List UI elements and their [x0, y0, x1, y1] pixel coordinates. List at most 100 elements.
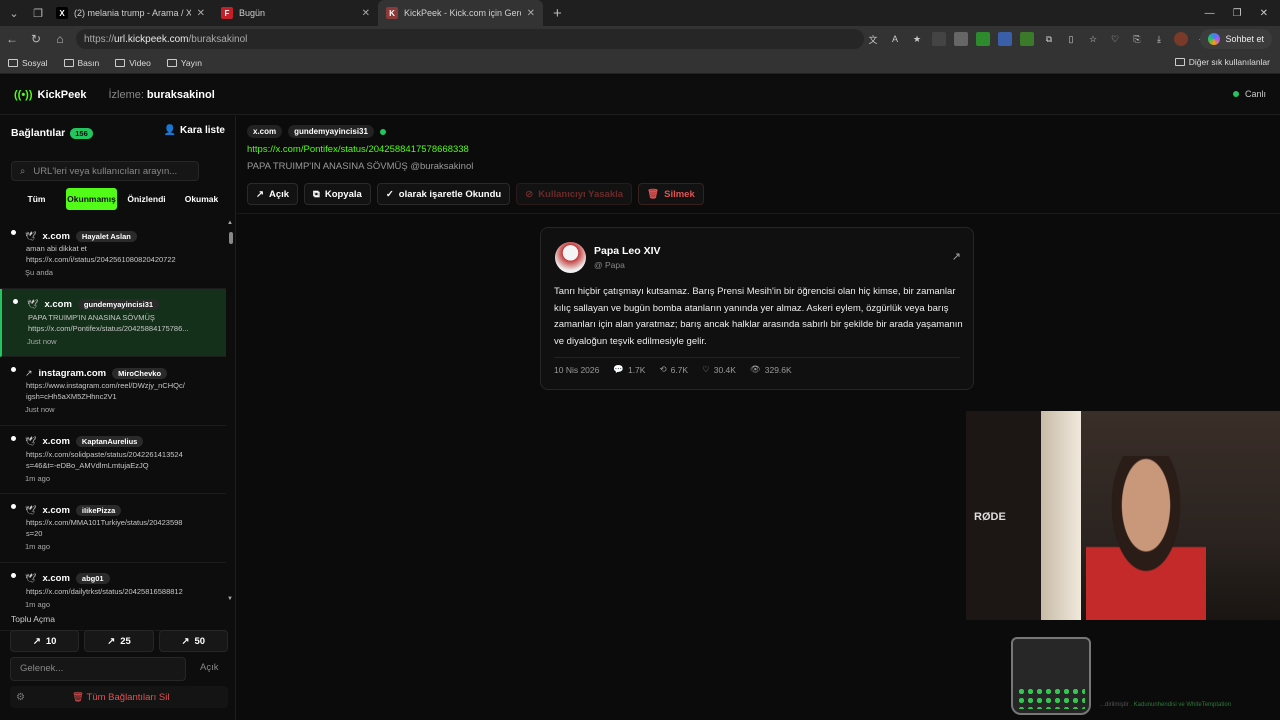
list-item[interactable]: 🕊 x.com iIikePizza https://x.com/MMA101Tur…: [0, 494, 226, 563]
jar-beans: [1017, 687, 1085, 709]
app-logo[interactable]: KickPeek: [38, 89, 87, 101]
link-url[interactable]: https://x.com/Pontifex/status/2042588417…: [247, 144, 469, 155]
close-icon[interactable]: ✕: [362, 8, 370, 19]
item-domain: x.com: [42, 573, 70, 584]
bookmark-folder[interactable]: Basın: [63, 58, 99, 68]
search-input[interactable]: ⌕ URL'leri veya kullanıcıları arayın...: [11, 161, 199, 181]
window-controls: — ❐ ✕: [1205, 0, 1280, 26]
ban-user-button[interactable]: ⊘ Kullanıcıyı Yasakla: [516, 183, 633, 205]
bulk-open-label: Toplu Açma: [11, 614, 55, 624]
unread-dot: [11, 435, 16, 441]
browser-essentials-icon[interactable]: ♡: [1108, 32, 1122, 46]
folder-icon: [63, 58, 74, 67]
link-message: PAPA TRUIMP'IN ANASINA SÖVMÜŞ @buraksaki…: [247, 161, 474, 172]
other-bookmarks[interactable]: Diğer sık kullanılanlar: [1174, 57, 1270, 67]
favorite-star-icon[interactable]: ★: [910, 32, 924, 46]
toolbar-icons: 文 A ★ ⧉ ▯ ☆ ♡ ⎘ ⤓ ⋯: [866, 26, 1210, 52]
screenshot-icon[interactable]: ⎘: [1130, 32, 1144, 46]
refresh-icon[interactable]: ↻: [24, 32, 48, 46]
bookmark-folder[interactable]: Yayın: [166, 58, 202, 68]
open-10-button[interactable]: ↗ 10: [10, 630, 80, 652]
open-50-button[interactable]: ↗ 50: [158, 630, 228, 652]
item-time: 1m ago: [25, 542, 51, 551]
extension-icon[interactable]: [932, 32, 946, 46]
close-icon[interactable]: ✕: [527, 8, 535, 19]
open-custom-button[interactable]: Açık: [200, 662, 218, 673]
downloads-icon[interactable]: ⤓: [1152, 32, 1166, 46]
translate-icon[interactable]: 文: [866, 32, 880, 46]
watching-label: İzleme:: [108, 88, 144, 101]
extension-icon[interactable]: [954, 32, 968, 46]
extension-icon[interactable]: [1020, 32, 1034, 46]
favorites-icon[interactable]: ☆: [1086, 32, 1100, 46]
scrollbar-thumb[interactable]: [229, 232, 233, 244]
read-aloud-icon[interactable]: A: [888, 32, 902, 46]
scroll-up-icon[interactable]: ▲: [227, 220, 233, 226]
home-icon[interactable]: ⌂: [48, 32, 72, 46]
item-text: PAPA TRUIMP'IN ANASINA SÖVMÜŞ: [28, 312, 155, 322]
blacklist-button[interactable]: 👤 Kara liste: [164, 125, 225, 136]
back-icon[interactable]: ←: [0, 32, 24, 46]
open-25-button[interactable]: ↗ 25: [84, 630, 154, 652]
item-domain: x.com: [42, 230, 70, 242]
open-button[interactable]: ↗ Açık: [247, 183, 299, 205]
filter-previewed[interactable]: Önizlendi: [121, 188, 172, 210]
trash-icon: 🗑: [72, 691, 85, 703]
delete-all-button[interactable]: 🗑 Tüm Bağlantıları Sil: [72, 692, 169, 703]
delete-button[interactable]: 🗑 Silmek: [638, 183, 704, 205]
custom-count-input[interactable]: Gelenek...: [10, 657, 186, 681]
extension-icon[interactable]: [998, 32, 1012, 46]
app-header: ((•)) KickPeek İzleme: buraksakinol Canlı: [0, 75, 1280, 115]
bookmark-folder[interactable]: Video: [115, 58, 151, 68]
copy-button[interactable]: ⧉ Kopyala: [304, 183, 371, 205]
filter-read[interactable]: Okumak: [176, 188, 227, 210]
split-screen-icon[interactable]: ▯: [1064, 32, 1078, 46]
profile-avatar[interactable]: [1174, 32, 1188, 46]
item-time: 1m ago: [25, 599, 51, 609]
users-icon: 👤: [163, 125, 176, 136]
close-icon[interactable]: ✕: [197, 8, 205, 19]
tab-actions-icon[interactable]: ⌄: [4, 3, 24, 23]
search-icon: ⌕: [20, 165, 26, 177]
new-tab-icon[interactable]: +: [553, 5, 562, 22]
scroll-down-icon[interactable]: ▼: [227, 596, 233, 602]
like-stat: ♡ 30.4K: [702, 364, 736, 375]
bookmark-folder[interactable]: Sosyal: [8, 58, 48, 68]
list-item[interactable]: 🕊 x.com Hayalet Aslan aman abi dikkat et h…: [0, 220, 226, 289]
extensions-icon[interactable]: ⧉: [1042, 32, 1056, 46]
close-window-icon[interactable]: ✕: [1260, 8, 1268, 19]
workspaces-icon[interactable]: ❐: [28, 3, 48, 23]
mark-read-button[interactable]: ✓ olarak işaretle Okundu: [376, 183, 511, 205]
filter-unread[interactable]: Okunmamış: [66, 188, 117, 210]
unread-dot: [13, 298, 18, 304]
maximize-icon[interactable]: ❐: [1233, 8, 1242, 19]
overlay-credit: ...dirilmiştir . Kadununhendisi ve White…: [1100, 702, 1231, 708]
tab-bugun[interactable]: F Bugün ✕: [213, 0, 378, 26]
view-stat: 👁 329.6K: [750, 364, 792, 375]
minimize-icon[interactable]: —: [1205, 8, 1215, 19]
tab-kickpeek[interactable]: K KickPeek - Kick.com için Gerçek Za ✕: [378, 0, 543, 26]
action-label: Kopyala: [324, 188, 362, 200]
tab-x[interactable]: X (2) melania trump - Arama / X ✕: [48, 0, 213, 26]
list-item[interactable]: 🕊 x.com KaptanAurelius https://x.com/solid…: [0, 426, 226, 494]
tweet-preview-card: Papa Leo XIV @ Papa ↗ Tanrı hiçbir çatış…: [540, 227, 974, 390]
list-item[interactable]: ↗ instagram.com MiroChevko https://www.ins…: [0, 357, 226, 426]
item-url: https://x.com/solidpaste/status/20422614…: [26, 449, 183, 459]
external-link-icon[interactable]: ↗: [952, 250, 961, 263]
list-item-selected[interactable]: 🕊 x.com gundemyayincisi31 PAPA TRUIMP'IN A…: [0, 288, 226, 357]
extension-icon[interactable]: [976, 32, 990, 46]
tweet-stats: 10 Nis 2026 💬 1.7K ⟲ 6.7K ♡ 30.4K 👁 329.6K: [554, 364, 792, 375]
bean-jar-overlay: [1011, 637, 1091, 715]
item-user: iIikePizza: [75, 504, 122, 516]
bulk-count: 50: [194, 635, 206, 647]
url-field[interactable]: https://url.kickpeek.com/buraksakinol: [76, 29, 864, 49]
gear-icon[interactable]: ⚙: [16, 692, 25, 703]
copilot-chat-button[interactable]: Sohbet et: [1200, 29, 1272, 49]
retweet-count: 6.7K: [670, 364, 689, 375]
sidebar-title: Bağlantılar: [11, 127, 66, 139]
url-host: url.kickpeek.com: [114, 33, 189, 45]
address-bar-row: ← ↻ ⌂ https://url.kickpeek.com/buraksaki…: [0, 26, 1280, 52]
folder-icon: [8, 58, 18, 67]
item-time: Just now: [27, 336, 57, 346]
filter-all[interactable]: Tüm: [11, 188, 62, 210]
